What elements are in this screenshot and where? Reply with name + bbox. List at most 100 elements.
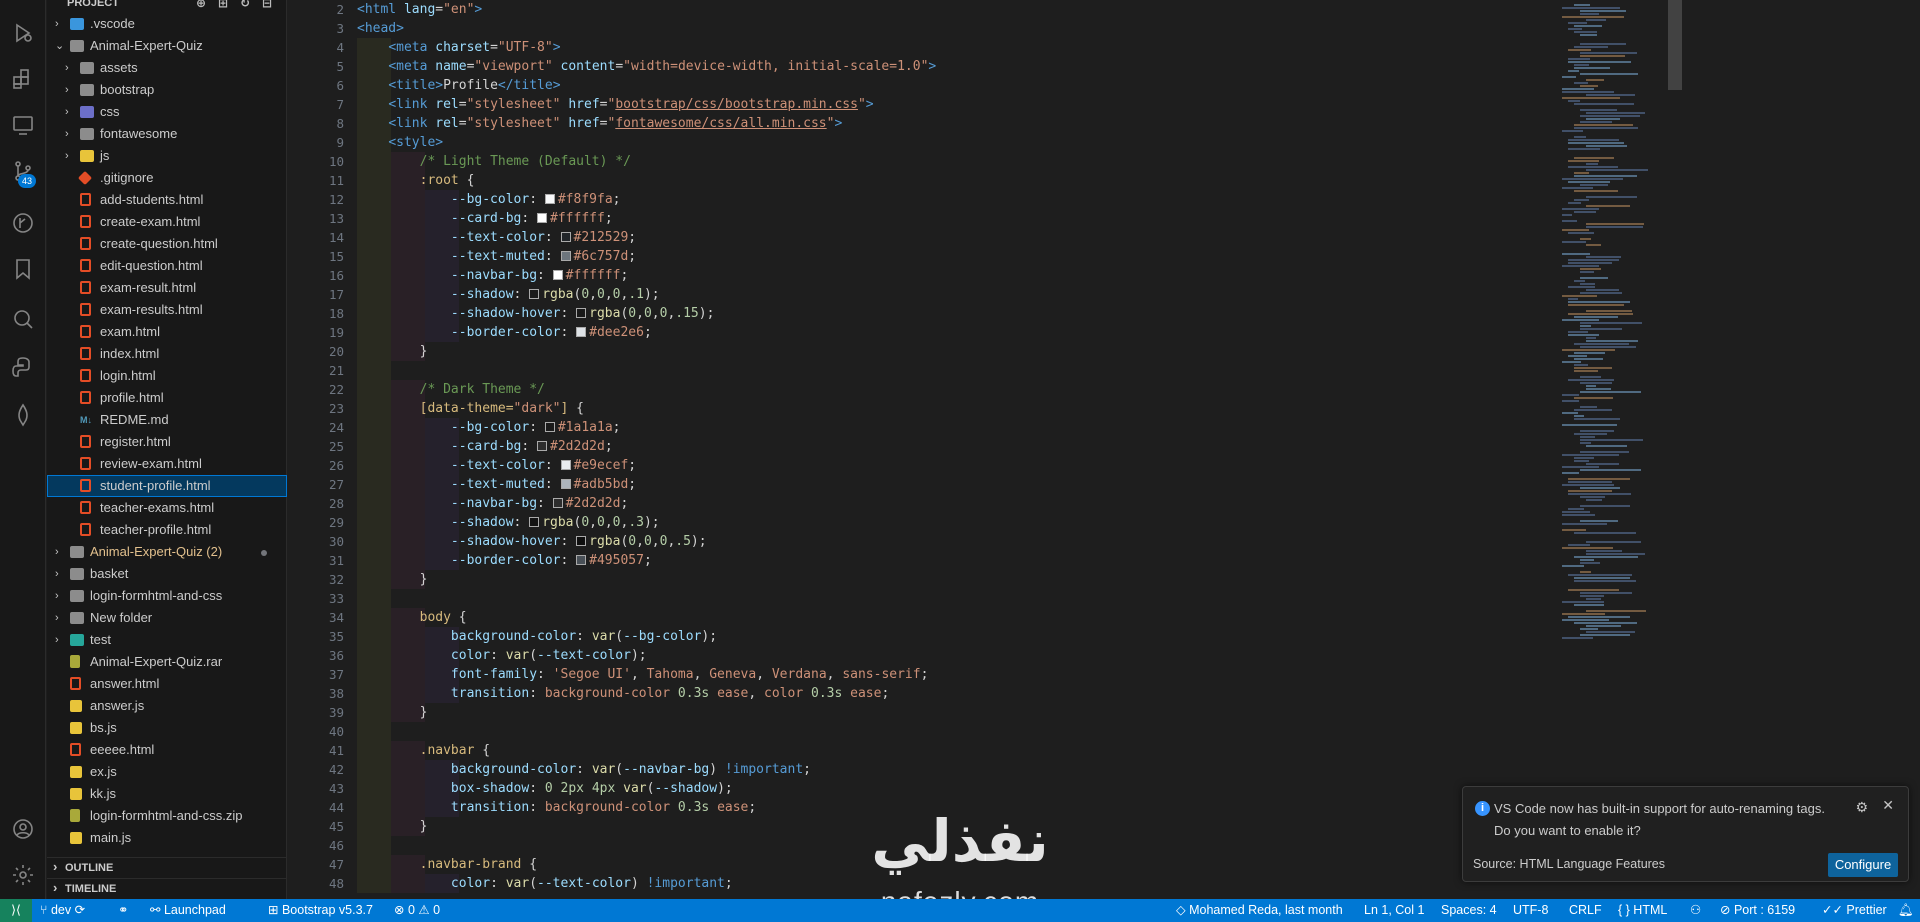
code-lines[interactable]: <html lang="en"> <head> <meta charset="UT… (357, 0, 1657, 893)
tree-file[interactable]: student-profile.html (47, 475, 287, 497)
code-line[interactable]: <meta charset="UTF-8"> (357, 38, 1657, 57)
bootstrap-status[interactable]: ⊞ Bootstrap v5.3.7 (268, 899, 373, 922)
indentation-status[interactable]: Spaces: 4 (1441, 899, 1497, 922)
code-line[interactable]: --navbar-bg: #ffffff; (357, 266, 1657, 285)
code-line[interactable]: } (357, 570, 1657, 589)
live-server-status[interactable]: ⊘ Port : 6159 (1720, 899, 1795, 922)
code-line[interactable]: --bg-color: #f8f9fa; (357, 190, 1657, 209)
tree-folder[interactable]: › fontawesome (47, 123, 287, 145)
code-line[interactable]: transition: background-color 0.3s ease, … (357, 684, 1657, 703)
refresh-icon[interactable]: ↻ (240, 0, 254, 10)
tree-file[interactable]: profile.html (47, 387, 287, 409)
code-line[interactable]: <head> (357, 19, 1657, 38)
remote-explorer-icon[interactable] (10, 112, 36, 138)
tree-file[interactable]: bs.js (47, 717, 287, 739)
code-line[interactable]: --shadow-hover: rgba(0,0,0,.5); (357, 532, 1657, 551)
notification-close-icon[interactable]: ✕ (1882, 797, 1894, 814)
code-line[interactable]: <link rel="stylesheet" href="fontawesome… (357, 114, 1657, 133)
code-line[interactable]: .navbar { (357, 741, 1657, 760)
code-line[interactable]: --text-muted: #adb5bd; (357, 475, 1657, 494)
code-line[interactable]: /* Light Theme (Default) */ (357, 152, 1657, 171)
extensions-icon[interactable] (10, 66, 36, 92)
live-share-icon[interactable] (10, 306, 36, 332)
tree-folder[interactable]: › css (47, 101, 287, 123)
launchpad-status[interactable]: ⚯ Launchpad (150, 899, 226, 922)
tree-file[interactable]: login-formhtml-and-css.zip (47, 805, 287, 827)
code-line[interactable]: --text-color: #e9ecef; (357, 456, 1657, 475)
prettier-status[interactable]: ✓✓ Prettier (1822, 899, 1887, 922)
git-blame-status[interactable]: ◇ Mohamed Reda, last month (1176, 899, 1343, 922)
code-line[interactable]: <html lang="en"> (357, 0, 1657, 19)
tree-file[interactable]: exam-results.html (47, 299, 287, 321)
code-line[interactable]: --navbar-bg: #2d2d2d; (357, 494, 1657, 513)
collapse-all-icon[interactable]: ⊟ (262, 0, 276, 10)
tree-folder[interactable]: › test (47, 629, 287, 651)
problems-status[interactable]: ⊗ 0 ⚠ 0 (394, 899, 440, 922)
tree-file[interactable]: register.html (47, 431, 287, 453)
tree-file[interactable]: answer.js (47, 695, 287, 717)
branch-status[interactable]: ⑂ dev ⟳ (40, 899, 85, 922)
code-line[interactable]: background-color: var(--bg-color); (357, 627, 1657, 646)
tree-folder[interactable]: › Animal-Expert-Quiz (2) (47, 541, 287, 563)
tree-file[interactable]: create-question.html (47, 233, 287, 255)
tree-folder[interactable]: › assets (47, 57, 287, 79)
settings-gear-icon[interactable] (10, 862, 36, 888)
new-file-icon[interactable]: ⊕ (196, 0, 210, 10)
notifications-bell-icon[interactable]: 🔔︎ (1898, 899, 1914, 922)
code-line[interactable]: --shadow-hover: rgba(0,0,0,.15); (357, 304, 1657, 323)
code-line[interactable]: body { (357, 608, 1657, 627)
language-mode[interactable]: { } HTML (1618, 899, 1667, 922)
git-sync-icon[interactable]: ⚭ (118, 899, 128, 922)
tree-file[interactable]: edit-question.html (47, 255, 287, 277)
code-line[interactable]: --shadow: rgba(0,0,0,.1); (357, 285, 1657, 304)
code-line[interactable]: background-color: var(--navbar-bg) !impo… (357, 760, 1657, 779)
code-line[interactable] (357, 361, 1657, 380)
code-line[interactable]: } (357, 342, 1657, 361)
code-line[interactable]: color: var(--text-color); (357, 646, 1657, 665)
run-debug-icon[interactable] (10, 20, 36, 46)
cursor-position[interactable]: Ln 1, Col 1 (1364, 899, 1424, 922)
tree-file[interactable]: exam.html (47, 321, 287, 343)
tree-folder[interactable]: › basket (47, 563, 287, 585)
code-line[interactable]: --text-muted: #6c757d; (357, 247, 1657, 266)
code-line[interactable]: <style> (357, 133, 1657, 152)
tree-file[interactable]: exam-result.html (47, 277, 287, 299)
code-line[interactable]: --text-color: #212529; (357, 228, 1657, 247)
tree-file[interactable]: add-students.html (47, 189, 287, 211)
code-line[interactable] (357, 589, 1657, 608)
tree-file[interactable]: eeeee.html (47, 739, 287, 761)
tree-file[interactable]: ex.js (47, 761, 287, 783)
eol-status[interactable]: CRLF (1569, 899, 1602, 922)
tree-file[interactable]: login.html (47, 365, 287, 387)
code-line[interactable] (357, 722, 1657, 741)
code-line[interactable]: --border-color: #495057; (357, 551, 1657, 570)
git-graph-icon[interactable] (10, 210, 36, 236)
code-line[interactable]: [data-theme="dark"] { (357, 399, 1657, 418)
tree-folder[interactable]: ⌄ Animal-Expert-Quiz (47, 35, 287, 57)
code-line[interactable]: --card-bg: #ffffff; (357, 209, 1657, 228)
code-line[interactable]: <link rel="stylesheet" href="bootstrap/c… (357, 95, 1657, 114)
tree-file[interactable]: create-exam.html (47, 211, 287, 233)
tree-file[interactable]: main.js (47, 827, 287, 849)
minimap[interactable] (1560, 0, 1670, 899)
bookmarks-icon[interactable] (10, 256, 36, 282)
code-line[interactable]: } (357, 703, 1657, 722)
tree-folder[interactable]: › js (47, 145, 287, 167)
code-line[interactable]: --shadow: rgba(0,0,0,.3); (357, 513, 1657, 532)
code-line[interactable]: :root { (357, 171, 1657, 190)
code-line[interactable]: /* Dark Theme */ (357, 380, 1657, 399)
tree-file[interactable]: kk.js (47, 783, 287, 805)
timeline-section[interactable]: TIMELINE (47, 878, 287, 898)
tree-file[interactable]: index.html (47, 343, 287, 365)
mongodb-leaf-icon[interactable] (10, 402, 36, 428)
tree-file[interactable]: teacher-profile.html (47, 519, 287, 541)
tree-file[interactable]: answer.html (47, 673, 287, 695)
code-line[interactable]: <title>Profile</title> (357, 76, 1657, 95)
code-line[interactable]: --border-color: #dee2e6; (357, 323, 1657, 342)
python-icon[interactable] (10, 354, 36, 380)
tree-folder[interactable]: › New folder (47, 607, 287, 629)
tree-folder[interactable]: › login-formhtml-and-css (47, 585, 287, 607)
tree-folder[interactable]: › bootstrap (47, 79, 287, 101)
code-editor[interactable]: 2 3 4 5 6 7 8 9 10 11 12 13 14 15 16 17 18 19 20 21 22 23 24 25… (288, 0, 1682, 899)
code-line[interactable]: --card-bg: #2d2d2d; (357, 437, 1657, 456)
